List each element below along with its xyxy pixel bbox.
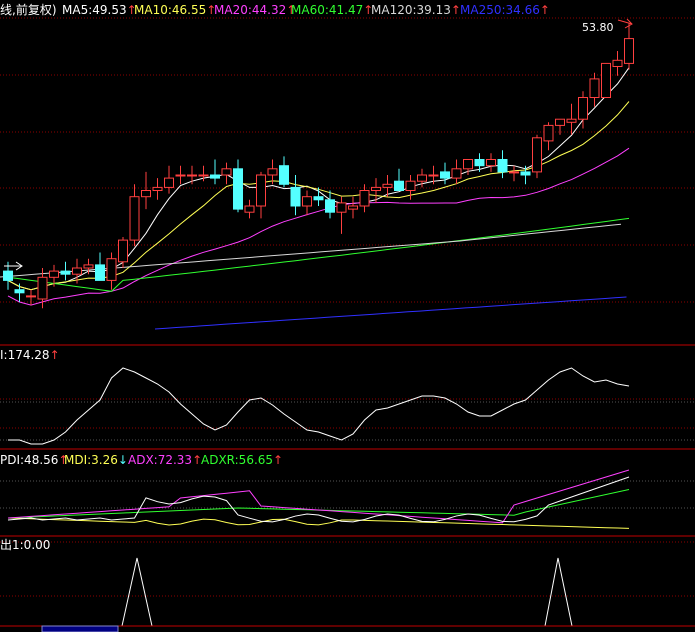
candle-body: [520, 171, 531, 176]
legend-pdi: PDI:48.56↑: [0, 453, 69, 467]
legend-ma20: MA20:44.32↑: [214, 3, 297, 17]
candle-body: [37, 276, 48, 300]
candle-body: [267, 168, 278, 176]
candle-body: [210, 174, 220, 179]
candles: [3, 23, 634, 309]
signal-line: [0, 557, 695, 627]
candle-body: [95, 264, 105, 281]
candle-body: [382, 183, 393, 188]
candle-body: [3, 270, 13, 281]
legend-adxr: ADXR:56.65↑: [201, 453, 284, 467]
legend-ma250: MA250:34.66↑: [460, 3, 550, 17]
candle-body: [83, 264, 94, 269]
signal-line: [0, 557, 695, 627]
candle-body: [141, 190, 151, 198]
candle-body: [325, 199, 335, 213]
candle-body: [336, 202, 347, 213]
legend-ma120: MA120:39.13↑: [371, 3, 461, 17]
candle-body: [601, 62, 611, 98]
left-marker-arrow: [4, 261, 23, 271]
candle-body: [313, 196, 324, 201]
legend-title: 线,前复权): [0, 3, 57, 17]
candle-body: [451, 168, 462, 179]
candle-body: [543, 124, 554, 142]
candle-body: [49, 270, 59, 278]
candle-body: [428, 174, 439, 177]
panel-borders: [0, 344, 695, 627]
candle-body: [14, 289, 25, 294]
candle-body: [566, 118, 577, 123]
candle-body: [359, 190, 370, 207]
adxr-line: [7, 489, 630, 519]
legend-mdi: MDI:3.26↓: [64, 453, 128, 467]
high-marker-arrow: [617, 18, 633, 29]
candle-body: [175, 174, 186, 177]
pdi-line: [7, 476, 630, 523]
legend-ma10: MA10:46.55↑: [134, 3, 217, 17]
candle-body: [463, 159, 473, 170]
date-axis-bar: [41, 625, 119, 632]
candle-body: [578, 97, 588, 120]
stock-chart[interactable]: [0, 0, 695, 632]
candle-body: [474, 159, 485, 167]
candle-body: [233, 168, 243, 210]
candle-body: [612, 59, 623, 67]
candle-body: [624, 38, 634, 64]
candle-body: [589, 78, 600, 99]
candle-body: [198, 174, 209, 177]
candle-body: [371, 186, 381, 191]
high-price-label: 53.80: [582, 21, 614, 34]
candle-body: [302, 196, 312, 207]
candle-body: [486, 159, 496, 167]
candle-body: [509, 171, 519, 174]
candle-body: [555, 118, 565, 126]
candle-body: [440, 171, 450, 179]
candle-body: [152, 186, 163, 191]
candle-body: [348, 205, 358, 210]
legend-ma60: MA60:41.47↑: [291, 3, 374, 17]
candle-body: [532, 137, 542, 173]
candle-body: [221, 168, 232, 176]
candle-body: [394, 180, 404, 191]
candle-body: [244, 205, 255, 213]
candle-body: [26, 295, 36, 298]
candle-body: [256, 174, 266, 207]
candle-body: [106, 258, 117, 281]
candle-body: [405, 180, 416, 191]
candle-body: [72, 267, 82, 275]
cci-line: [8, 367, 630, 445]
ma5-line: [7, 67, 630, 291]
candle-body: [290, 186, 301, 207]
candle-body: [417, 174, 427, 182]
candle-body: [279, 165, 289, 185]
legend-adx: ADX:72.33↑: [128, 453, 203, 467]
mdi-line: [7, 517, 630, 529]
cci-line: [8, 367, 630, 445]
candle-body: [187, 174, 197, 177]
legend-cci: I:174.28↑: [0, 348, 60, 362]
candle-body: [129, 196, 140, 241]
candle-body: [60, 270, 71, 275]
legend-signal: 出1:0.00: [0, 538, 51, 552]
candle-body: [118, 239, 128, 263]
candle-body: [497, 159, 508, 173]
candle-body: [164, 177, 174, 188]
dmi-lines: [7, 469, 630, 529]
legend-ma5: MA5:49.53↑: [62, 3, 137, 17]
grid-lines: [0, 17, 695, 597]
